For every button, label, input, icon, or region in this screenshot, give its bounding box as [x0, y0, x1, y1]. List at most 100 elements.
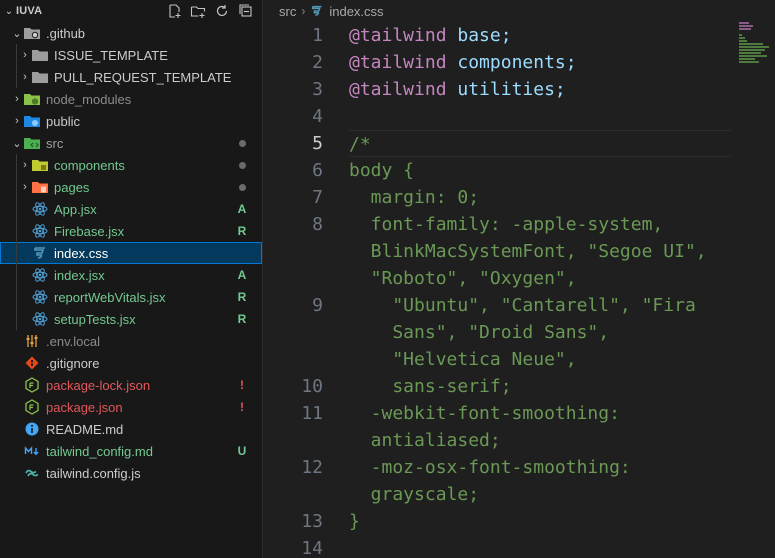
github-folder-icon: [24, 25, 40, 41]
tree-folder-node-modules[interactable]: › node_modules: [0, 88, 262, 110]
folder-icon: [32, 47, 48, 63]
code-line[interactable]: grayscale;: [263, 481, 733, 508]
pages-folder-icon: [32, 179, 48, 195]
code-line[interactable]: 5 /*: [263, 130, 733, 157]
tree-label: README.md: [46, 421, 124, 437]
tree-folder-public[interactable]: › public: [0, 110, 262, 132]
breadcrumb-folder[interactable]: src: [279, 4, 296, 19]
code-text: @tailwind utilities;: [349, 76, 566, 103]
tree-folder-components[interactable]: › components: [0, 154, 262, 176]
chevron-right-icon[interactable]: ›: [18, 44, 32, 66]
tree-file-readme-md[interactable]: README.md: [0, 418, 262, 440]
code-text: "Helvetica Neue",: [349, 349, 577, 370]
tree-file-index-css[interactable]: index.css: [0, 242, 262, 264]
minimap-line: [739, 55, 767, 57]
minimap-line: [739, 37, 745, 39]
code-line[interactable]: 2 @tailwind components;: [263, 49, 733, 76]
collapse-all-icon[interactable]: [236, 2, 256, 20]
tree-file-package-json[interactable]: package.json !: [0, 396, 262, 418]
nodejs-icon: [24, 399, 40, 415]
code-text: -moz-osx-font-smoothing:: [349, 457, 631, 478]
tree-label: pages: [54, 179, 90, 195]
tree-label: tailwind_config.md: [46, 443, 153, 459]
chevron-right-icon[interactable]: ›: [10, 88, 24, 110]
chevron-down-icon[interactable]: ⌄: [10, 132, 24, 154]
tree-file-firebase-jsx[interactable]: Firebase.jsx R: [0, 220, 262, 242]
tree-folder-github[interactable]: ⌄ .github: [0, 22, 262, 44]
code-line[interactable]: 12 -moz-osx-font-smoothing:: [263, 454, 733, 481]
code-text: "Roboto", "Oxygen",: [349, 268, 577, 289]
tree-file-env-local[interactable]: .env.local: [0, 330, 262, 352]
chevron-right-icon[interactable]: ›: [18, 154, 32, 176]
settings-file-icon: [24, 333, 40, 349]
code-line[interactable]: "Roboto", "Oxygen",: [263, 265, 733, 292]
line-number: 5: [312, 133, 323, 154]
tree-file-app-jsx[interactable]: App.jsx A: [0, 198, 262, 220]
code-line[interactable]: 4: [263, 103, 733, 130]
code-line[interactable]: 14: [263, 535, 733, 558]
chevron-down-icon[interactable]: ⌄: [2, 6, 16, 17]
tree-folder-src[interactable]: ⌄ src: [0, 132, 262, 154]
node-folder-icon: [24, 91, 40, 107]
code-line[interactable]: 9 "Ubuntu", "Cantarell", "Fira: [263, 292, 733, 319]
line-number: 6: [312, 160, 323, 181]
tree-folder-pages[interactable]: › pages: [0, 176, 262, 198]
code-line[interactable]: BlinkMacSystemFont, "Segoe UI",: [263, 238, 733, 265]
tree-label: index.jsx: [54, 267, 105, 283]
code-editor[interactable]: src › index.css 1 @tailwind base; 2 @tailwi…: [263, 0, 775, 558]
code-line[interactable]: "Helvetica Neue",: [263, 346, 733, 373]
tree-file-tailwind-config-js[interactable]: tailwind.config.js: [0, 462, 262, 484]
line-number: [263, 238, 323, 265]
minimap-line: [739, 49, 765, 51]
chevron-right-icon[interactable]: ›: [18, 66, 32, 88]
tree-label: index.css: [54, 245, 109, 261]
tree-file-reportwebvitals-jsx[interactable]: reportWebVitals.jsx R: [0, 286, 262, 308]
breadcrumb: src › index.css: [263, 0, 775, 22]
tree-file-package-lock-json[interactable]: package-lock.json !: [0, 374, 262, 396]
new-folder-icon[interactable]: [188, 2, 208, 20]
code-line[interactable]: 6 body {: [263, 157, 733, 184]
code-line[interactable]: antialiased;: [263, 427, 733, 454]
line-number: 9: [312, 295, 323, 316]
tree-file-tailwind-config-md[interactable]: tailwind_config.md U: [0, 440, 262, 462]
minimap-line: [739, 25, 753, 27]
new-file-icon[interactable]: [164, 2, 184, 20]
modified-dot: [239, 162, 246, 169]
css-icon: [310, 4, 324, 18]
code-line[interactable]: 3 @tailwind utilities;: [263, 76, 733, 103]
minimap-line: [739, 34, 742, 36]
file-tree: ⌄ .github › ISSUE_TEMPLATE › PULL_REQUES…: [0, 22, 262, 484]
minimap[interactable]: [739, 22, 775, 82]
git-status-badge: R: [237, 290, 247, 304]
code-line[interactable]: 7 margin: 0;: [263, 184, 733, 211]
chevron-down-icon[interactable]: ⌄: [10, 22, 24, 44]
chevron-right-icon[interactable]: ›: [18, 176, 32, 198]
git-status-badge: R: [237, 224, 247, 238]
tree-file-gitignore[interactable]: .gitignore: [0, 352, 262, 374]
git-status-badge: A: [237, 268, 247, 282]
tree-folder-pull-request-template[interactable]: › PULL_REQUEST_TEMPLATE: [0, 66, 262, 88]
code-text: }: [349, 511, 360, 532]
explorer-header[interactable]: ⌄ IUVA: [0, 0, 262, 22]
git-status-badge: !: [240, 400, 244, 414]
tree-file-setuptests-jsx[interactable]: setupTests.jsx R: [0, 308, 262, 330]
refresh-icon[interactable]: [212, 2, 232, 20]
code-line[interactable]: 13}: [263, 508, 733, 535]
tree-file-index-jsx[interactable]: index.jsx A: [0, 264, 262, 286]
code-line[interactable]: 1 @tailwind base;: [263, 22, 733, 49]
code-text: /*: [349, 130, 731, 157]
minimap-line: [739, 28, 751, 30]
react-icon: [32, 223, 48, 239]
tree-folder-issue-template[interactable]: › ISSUE_TEMPLATE: [0, 44, 262, 66]
chevron-right-icon[interactable]: ›: [10, 110, 24, 132]
code-line[interactable]: 10 sans-serif;: [263, 373, 733, 400]
tailwind-icon: [24, 465, 40, 481]
code-line[interactable]: 11 -webkit-font-smoothing:: [263, 400, 733, 427]
code-text: @tailwind base;: [349, 22, 512, 49]
code-text: "Ubuntu", "Cantarell", "Fira: [349, 295, 696, 316]
code-area[interactable]: 1 @tailwind base; 2 @tailwind components; 3 @…: [263, 22, 733, 558]
code-line[interactable]: 8 font-family: -apple-system,: [263, 211, 733, 238]
breadcrumb-file[interactable]: index.css: [329, 4, 383, 19]
code-line[interactable]: Sans", "Droid Sans",: [263, 319, 733, 346]
directive-value: utilities;: [446, 79, 566, 100]
